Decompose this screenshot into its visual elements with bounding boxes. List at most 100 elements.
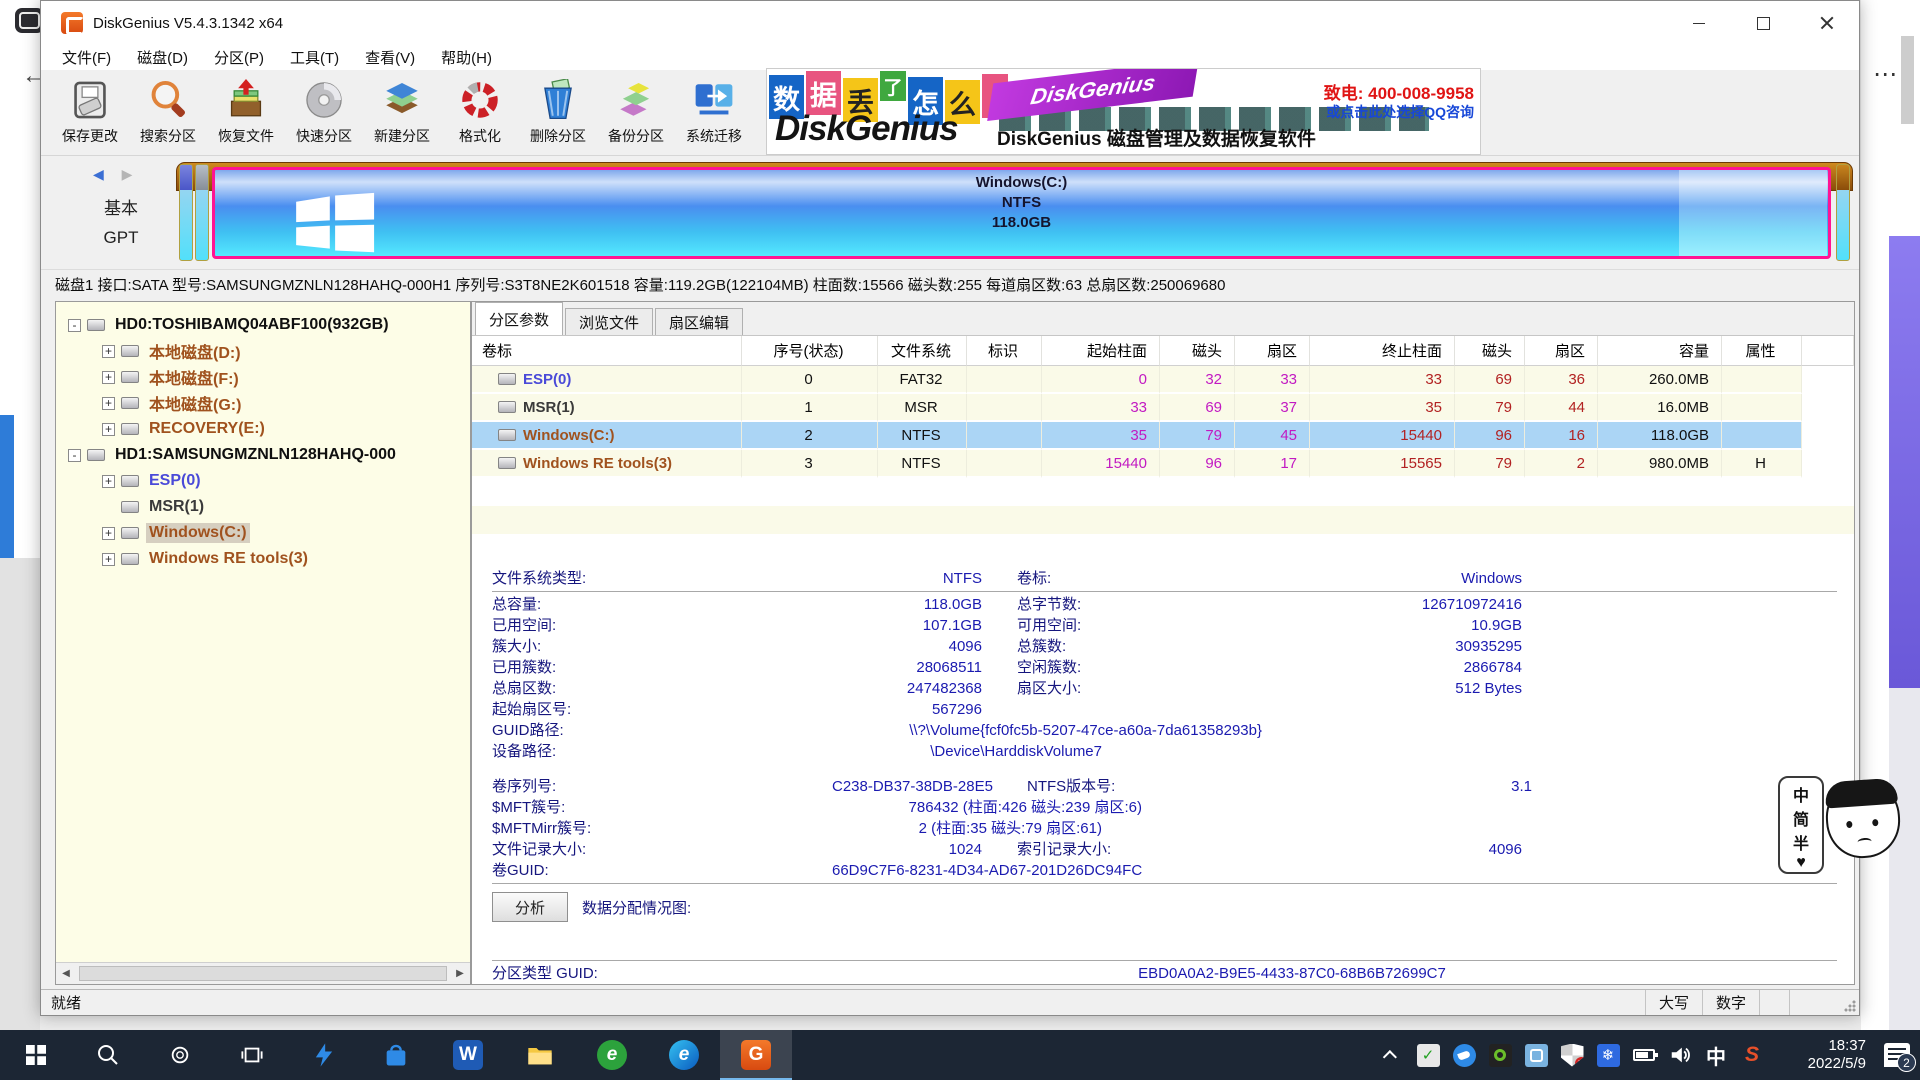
- tray-volume-icon[interactable]: [1662, 1030, 1698, 1080]
- expand-icon[interactable]: +: [102, 553, 115, 566]
- taskbar-search-button[interactable]: [72, 1030, 144, 1080]
- tray-ime-language[interactable]: 中: [1698, 1030, 1734, 1080]
- column-header-0[interactable]: 卷标: [472, 336, 742, 366]
- column-header-10[interactable]: 容量: [1598, 336, 1722, 366]
- ime-bar-item-2[interactable]: 半: [1793, 830, 1809, 854]
- toolbar-button-search-partition[interactable]: 搜索分区: [129, 77, 207, 146]
- menu-item-3[interactable]: 工具(T): [277, 45, 352, 70]
- table-row-windows-re-tools-3-[interactable]: Windows RE tools(3)3NTFS1544096171556579…: [472, 450, 1854, 478]
- banner-qq-link[interactable]: 或点击此处选择QQ咨询: [1326, 102, 1474, 122]
- toolbar-button-quick-partition[interactable]: 快速分区: [285, 77, 363, 146]
- tray-nvidia-icon[interactable]: [1482, 1030, 1518, 1080]
- tab-0[interactable]: 分区参数: [475, 302, 563, 335]
- expand-icon[interactable]: +: [102, 527, 115, 540]
- toolbar-button-system-migrate[interactable]: 系统迁移: [675, 77, 753, 146]
- tree-item--d-[interactable]: +本地磁盘(D:): [56, 338, 470, 364]
- taskbar-app-green-browser[interactable]: e: [576, 1030, 648, 1080]
- column-header-11[interactable]: 属性: [1722, 336, 1802, 366]
- taskbar-app-store[interactable]: [360, 1030, 432, 1080]
- partition-esp-sliver[interactable]: [179, 164, 193, 261]
- tree-item-hd1-samsungmznln128hahq-000[interactable]: -HD1:SAMSUNGMZNLN128HAHQ-000: [56, 442, 470, 468]
- analyze-button[interactable]: 分析: [492, 892, 568, 922]
- expand-icon[interactable]: +: [102, 397, 115, 410]
- partition-re-sliver[interactable]: [1836, 164, 1850, 261]
- column-header-4[interactable]: 起始柱面: [1042, 336, 1160, 366]
- scroll-thumb[interactable]: [79, 966, 447, 981]
- tray-security-shield-icon[interactable]: ✕: [1554, 1030, 1590, 1080]
- taskbar-app-lightning[interactable]: [288, 1030, 360, 1080]
- ime-bar-item-1[interactable]: 简: [1793, 806, 1809, 830]
- tray-battery-icon[interactable]: [1626, 1030, 1662, 1080]
- cortana-button[interactable]: [144, 1030, 216, 1080]
- table-row-msr-1-[interactable]: MSR(1)1MSR33693735794416.0MB: [472, 394, 1854, 422]
- tree-item-msr-1-[interactable]: MSR(1): [56, 494, 470, 520]
- tray-update-check-icon[interactable]: ✓: [1410, 1030, 1446, 1080]
- table-row-esp-0-[interactable]: ESP(0)0FAT3203233336936260.0MB: [472, 366, 1854, 394]
- background-scrollbar[interactable]: [1901, 36, 1914, 124]
- close-button[interactable]: [1795, 1, 1859, 45]
- partition-msr-sliver[interactable]: [195, 164, 209, 261]
- menu-item-5[interactable]: 帮助(H): [428, 45, 505, 70]
- ime-bar-item-3[interactable]: ♥: [1796, 854, 1806, 872]
- taskbar-app-explorer[interactable]: [504, 1030, 576, 1080]
- taskbar-app-edge[interactable]: e: [648, 1030, 720, 1080]
- tree-item-hd0-toshibamq04abf100-932gb-[interactable]: -HD0:TOSHIBAMQ04ABF100(932GB): [56, 312, 470, 338]
- collapse-icon[interactable]: -: [68, 319, 81, 332]
- tree-item--g-[interactable]: +本地磁盘(G:): [56, 390, 470, 416]
- taskbar-app-diskgenius[interactable]: G: [720, 1030, 792, 1080]
- column-header-5[interactable]: 磁头: [1160, 336, 1235, 366]
- ime-floating-bar[interactable]: 中简半♥: [1778, 776, 1824, 874]
- collapse-icon[interactable]: -: [68, 449, 81, 462]
- tree-item-windows-c-[interactable]: +Windows(C:): [56, 520, 470, 546]
- maximize-button[interactable]: [1731, 1, 1795, 45]
- toolbar-button-save[interactable]: 保存更改: [51, 77, 129, 146]
- tab-2[interactable]: 扇区编辑: [655, 308, 743, 335]
- tray-snowflake-icon[interactable]: ❄: [1590, 1030, 1626, 1080]
- tray-dingtalk-icon[interactable]: [1446, 1030, 1482, 1080]
- taskbar-app-word[interactable]: W: [432, 1030, 504, 1080]
- notification-center-button[interactable]: 2: [1874, 1030, 1920, 1080]
- task-view-button[interactable]: [216, 1030, 288, 1080]
- tree-hscrollbar[interactable]: ◀▶: [56, 962, 470, 984]
- tray-sogou-icon[interactable]: S: [1734, 1030, 1770, 1080]
- tab-1[interactable]: 浏览文件: [565, 308, 653, 335]
- menu-item-0[interactable]: 文件(F): [49, 45, 124, 70]
- partition-windows-c[interactable]: Windows(C:) NTFS 118.0GB: [212, 167, 1831, 259]
- expand-icon[interactable]: +: [102, 371, 115, 384]
- minimize-button[interactable]: [1667, 1, 1731, 45]
- scroll-right-icon[interactable]: ▶: [450, 968, 470, 979]
- expand-icon[interactable]: +: [102, 423, 115, 436]
- expand-icon[interactable]: +: [102, 475, 115, 488]
- toolbar-button-new-partition[interactable]: 新建分区: [363, 77, 441, 146]
- column-header-8[interactable]: 磁头: [1455, 336, 1525, 366]
- tree-item-esp-0-[interactable]: +ESP(0): [56, 468, 470, 494]
- column-header-2[interactable]: 文件系统: [878, 336, 967, 366]
- ime-bar-item-0[interactable]: 中: [1793, 782, 1809, 806]
- menu-item-1[interactable]: 磁盘(D): [124, 45, 201, 70]
- prev-disk-arrow-icon[interactable]: ◀: [93, 166, 111, 182]
- column-header-7[interactable]: 终止柱面: [1310, 336, 1455, 366]
- column-header-3[interactable]: 标识: [967, 336, 1042, 366]
- column-header-1[interactable]: 序号(状态): [742, 336, 878, 366]
- taskbar-clock[interactable]: 18:372022/5/9: [1774, 1037, 1866, 1073]
- tree-item--f-[interactable]: +本地磁盘(F:): [56, 364, 470, 390]
- tree-item-recovery-e-[interactable]: +RECOVERY(E:): [56, 416, 470, 442]
- menu-item-4[interactable]: 查看(V): [352, 45, 428, 70]
- expand-icon[interactable]: +: [102, 345, 115, 358]
- promo-banner[interactable]: 数据丢了怎么! DiskGenius DiskGenius 致电: 400-00…: [766, 68, 1481, 155]
- table-row-windows-c-[interactable]: Windows(C:)2NTFS357945154409616118.0GB: [472, 422, 1854, 450]
- scroll-left-icon[interactable]: ◀: [56, 968, 76, 979]
- tray-intel-icon[interactable]: [1518, 1030, 1554, 1080]
- menu-item-2[interactable]: 分区(P): [201, 45, 277, 70]
- toolbar-button-backup-partition[interactable]: 备份分区: [597, 77, 675, 146]
- toolbar-button-format[interactable]: 格式化: [441, 77, 519, 146]
- toolbar-button-recover-files[interactable]: 恢复文件: [207, 77, 285, 146]
- tray-chevron-up-icon[interactable]: [1374, 1030, 1410, 1080]
- toolbar-button-delete-partition[interactable]: 删除分区: [519, 77, 597, 146]
- start-button[interactable]: [0, 1030, 72, 1080]
- resize-grip[interactable]: [1789, 990, 1859, 1015]
- column-header-9[interactable]: 扇区: [1525, 336, 1598, 366]
- column-header-6[interactable]: 扇区: [1235, 336, 1310, 366]
- tree-item-windows-re-tools-3-[interactable]: +Windows RE tools(3): [56, 546, 470, 572]
- next-disk-arrow-icon[interactable]: ▶: [122, 166, 140, 182]
